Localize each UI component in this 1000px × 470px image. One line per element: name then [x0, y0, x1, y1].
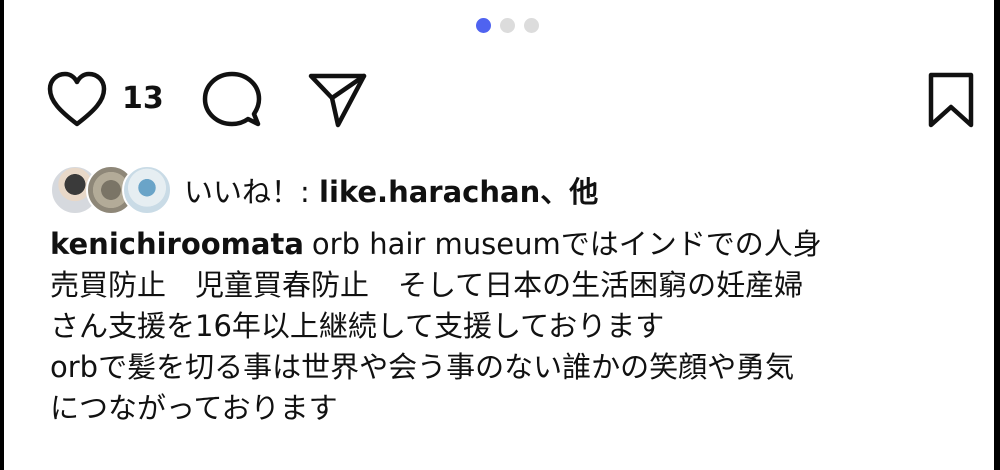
like-count[interactable]: 13	[122, 81, 164, 116]
like-button[interactable]	[44, 68, 110, 132]
liked-by-prefix: いいね！:	[184, 175, 319, 209]
liked-by-text[interactable]: いいね！: like.harachan、他	[184, 169, 598, 211]
liked-by-row: いいね！: like.harachan、他	[50, 165, 598, 215]
carousel-dot-1[interactable]	[476, 18, 491, 33]
post-caption: kenichiroomata orb hair museumではインドでの人身 売…	[50, 224, 985, 429]
comment-icon	[202, 71, 262, 127]
caption-paragraph-2: orbで髪を切る事は世界や会う事のない誰かの笑顔や勇気 につながっております	[50, 347, 985, 429]
comment-button[interactable]	[200, 68, 264, 132]
left-border	[0, 0, 4, 470]
caption-line: kenichiroomata orb hair museumではインドでの人身	[50, 227, 822, 261]
liked-by-avatars[interactable]	[50, 165, 172, 215]
carousel-indicator	[476, 18, 539, 33]
caption-line: 売買防止 児童買春防止 そして日本の生活困窮の妊産婦	[50, 268, 804, 302]
share-button[interactable]	[306, 68, 370, 132]
post-action-bar: 13	[44, 68, 980, 132]
caption-line: さん支援を16年以上継続して支援しております	[50, 309, 665, 343]
liked-by-user[interactable]: like.harachan、他	[319, 175, 598, 209]
caption-text: orb hair museumではインドでの人身	[311, 227, 822, 261]
heart-icon	[47, 71, 107, 127]
caption-line: につながっております	[50, 391, 338, 425]
bookmark-icon	[928, 72, 974, 128]
send-icon	[308, 73, 367, 128]
caption-author[interactable]: kenichiroomata	[50, 227, 304, 261]
carousel-dot-3[interactable]	[524, 18, 539, 33]
caption-line: orbで髪を切る事は世界や会う事のない誰かの笑顔や勇気	[50, 350, 795, 384]
avatar[interactable]	[122, 165, 172, 215]
caption-paragraph-1: kenichiroomata orb hair museumではインドでの人身 売…	[50, 224, 985, 347]
save-button[interactable]	[924, 68, 978, 132]
right-border	[994, 0, 1000, 470]
carousel-dot-2[interactable]	[500, 18, 515, 33]
